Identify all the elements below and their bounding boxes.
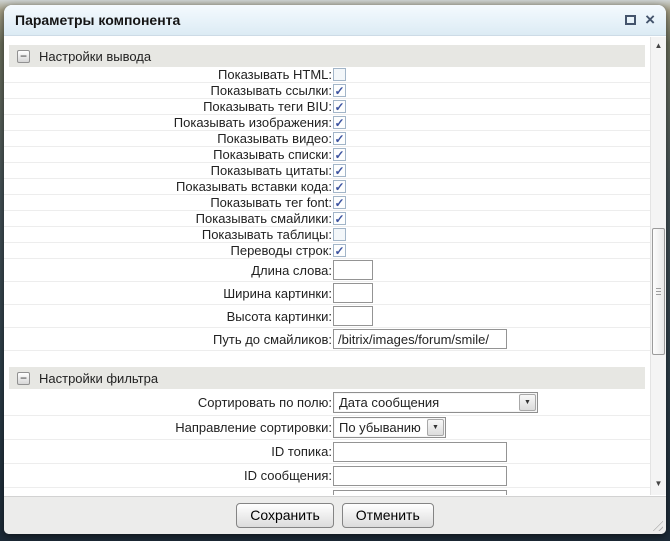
output-checkbox-rows: Показывать HTML: Показывать ссылки: ✓ По… [4,67,650,259]
field-label: Показывать HTML: [4,67,332,82]
field-label: Ширина картинки: [4,286,332,301]
maximize-icon[interactable] [625,15,636,25]
field-label: Направление сортировки: [4,420,332,435]
input-row: Высота картинки: [4,305,650,328]
input-row: Имя автора: [4,488,650,495]
section-gap [4,351,650,359]
checkbox[interactable]: ✓ [333,116,346,129]
checkbox-row: Показывать таблицы: [4,227,650,243]
checkbox-row: Показывать ссылки: ✓ [4,83,650,99]
input-row: Длина слова: [4,259,650,282]
text-input[interactable] [333,442,507,462]
checkbox[interactable]: ✓ [333,180,346,193]
text-input[interactable] [333,306,373,326]
collapse-icon[interactable]: − [17,372,30,385]
window-controls: × [625,13,655,27]
text-input[interactable] [333,283,373,303]
checkbox-row: Показывать видео: ✓ [4,131,650,147]
checkbox[interactable] [333,228,346,241]
field-label: ID топика: [4,444,332,459]
field-label: Длина слова: [4,263,332,278]
text-input[interactable] [333,490,507,496]
checkbox[interactable]: ✓ [333,212,346,225]
checkbox[interactable]: ✓ [333,164,346,177]
input-row: Путь до смайликов: [4,328,650,351]
cancel-button[interactable]: Отменить [342,503,434,528]
checkbox-row: Переводы строк: ✓ [4,243,650,259]
field-label: Показывать цитаты: [4,163,332,178]
vertical-scrollbar[interactable]: ▲ ▼ [650,37,666,495]
input-row: Ширина картинки: [4,282,650,305]
text-input[interactable] [333,260,373,280]
scroll-up-icon[interactable]: ▲ [651,39,666,53]
checkbox[interactable]: ✓ [333,196,346,209]
chevron-down-icon[interactable]: ▼ [519,394,536,411]
field-label: Показывать таблицы: [4,227,332,242]
field-label: Показывать видео: [4,131,332,146]
field-label: Показывать списки: [4,147,332,162]
select-value: По убыванию [334,420,427,435]
select-dropdown[interactable]: Дата сообщения ▼ [333,392,538,413]
section-header-filter-settings: − Настройки фильтра [9,367,645,389]
field-label: Показывать смайлики: [4,211,332,226]
resize-grip[interactable] [650,518,663,531]
dialog-footer: Сохранить Отменить [4,496,666,534]
field-label: Сортировать по полю: [4,395,332,410]
section-title: Настройки вывода [39,49,151,64]
select-dropdown[interactable]: По убыванию ▼ [333,417,446,438]
checkbox[interactable] [333,68,346,81]
filter-select-rows: Сортировать по полю: Дата сообщения ▼ На… [4,389,650,440]
field-label: Переводы строк: [4,243,332,258]
section-title: Настройки фильтра [39,371,158,386]
scroll-down-icon[interactable]: ▼ [651,477,666,491]
checkbox[interactable]: ✓ [333,100,346,113]
checkbox-row: Показывать цитаты: ✓ [4,163,650,179]
checkbox-row: Показывать списки: ✓ [4,147,650,163]
input-row: ID сообщения: [4,464,650,488]
field-label: Показывать ссылки: [4,83,332,98]
field-label: Показывать теги BIU: [4,99,332,114]
field-label: Имя автора: [4,492,332,495]
checkbox-row: Показывать смайлики: ✓ [4,211,650,227]
checkbox-row: Показывать изображения: ✓ [4,115,650,131]
text-input[interactable] [333,466,507,486]
field-label: ID сообщения: [4,468,332,483]
field-label: Показывать вставки кода: [4,179,332,194]
input-row: ID топика: [4,440,650,464]
filter-input-rows: ID топика: ID сообщения: Имя автора: [4,440,650,495]
checkbox-row: Показывать вставки кода: ✓ [4,179,650,195]
chevron-down-icon[interactable]: ▼ [427,419,444,436]
save-button[interactable]: Сохранить [236,503,334,528]
text-input[interactable] [333,329,507,349]
section-header-output-settings: − Настройки вывода [9,45,645,67]
scrollbar-thumb[interactable] [652,228,665,355]
component-parameters-dialog: Параметры компонента × − Настройки вывод… [4,5,666,534]
scrollbar-grip [656,288,661,296]
checkbox-row: Показывать тег font: ✓ [4,195,650,211]
select-value: Дата сообщения [334,395,519,410]
checkbox-row: Показывать HTML: [4,67,650,83]
dialog-body: − Настройки вывода Показывать HTML: Пока… [4,37,650,495]
dialog-title: Параметры компонента [15,12,625,28]
checkbox[interactable]: ✓ [333,84,346,97]
collapse-icon[interactable]: − [17,50,30,63]
close-icon[interactable]: × [645,13,655,27]
checkbox[interactable]: ✓ [333,244,346,257]
dialog-titlebar: Параметры компонента × [4,5,666,36]
checkbox[interactable]: ✓ [333,148,346,161]
checkbox[interactable]: ✓ [333,132,346,145]
checkbox-row: Показывать теги BIU: ✓ [4,99,650,115]
select-row: Направление сортировки: По убыванию ▼ [4,416,650,440]
field-label: Путь до смайликов: [4,332,332,347]
field-label: Показывать изображения: [4,115,332,130]
field-label: Показывать тег font: [4,195,332,210]
output-input-rows: Длина слова: Ширина картинки: Высота кар… [4,259,650,351]
field-label: Высота картинки: [4,309,332,324]
select-row: Сортировать по полю: Дата сообщения ▼ [4,389,650,416]
